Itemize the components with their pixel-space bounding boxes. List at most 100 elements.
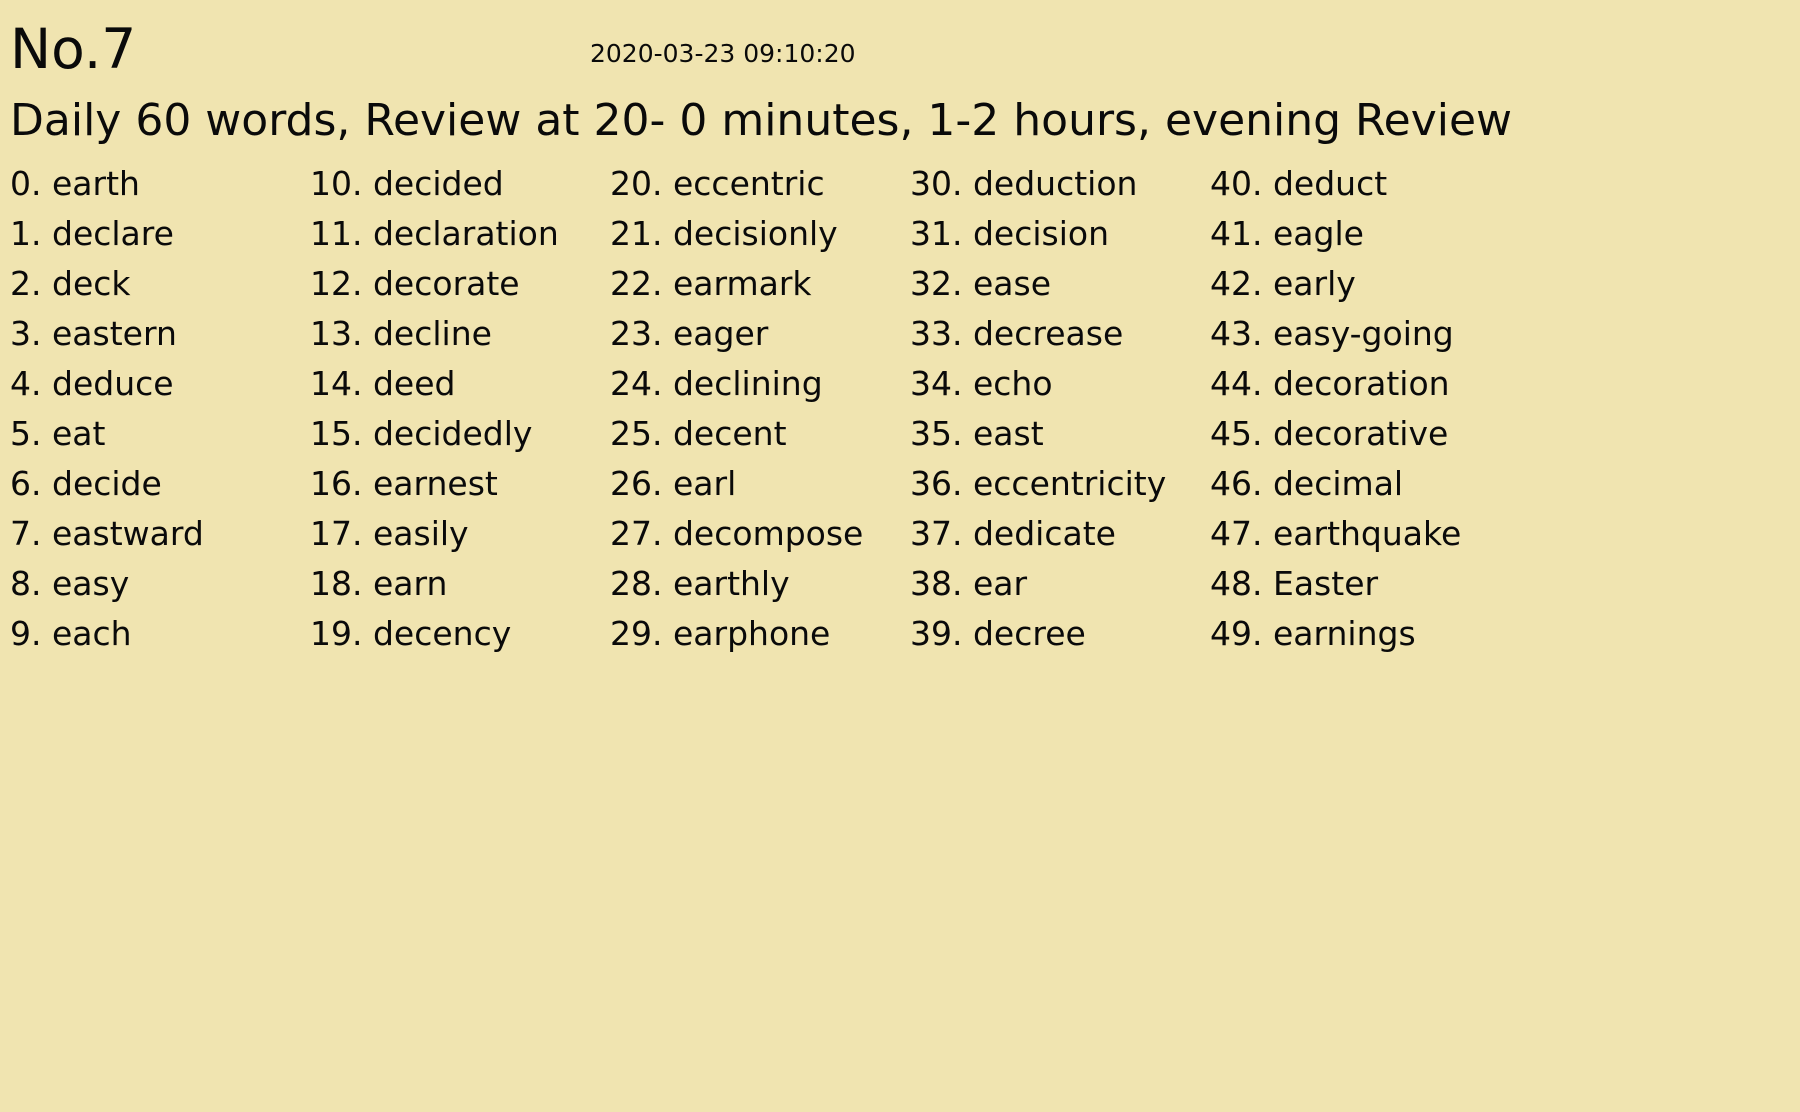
page-subtitle: Daily 60 words, Review at 20- 0 minutes,… [10,95,1513,146]
word-index: 33. [910,314,963,353]
word-index: 28. [610,564,663,603]
word-item: 2. deck [10,259,310,309]
word-item: 32. ease [910,259,1210,309]
word-index: 27. [610,514,663,553]
word-text: deduction [972,164,1138,203]
word-index: 0. [10,164,42,203]
word-text: eagle [1272,214,1364,253]
word-index: 32. [910,264,963,303]
word-item: 40. deduct [1210,159,1510,209]
word-index: 49. [1210,614,1263,653]
word-text: declare [52,214,174,253]
word-item: 49. earnings [1210,609,1510,659]
word-index: 43. [1210,314,1263,353]
word-item: 3. eastern [10,309,310,359]
word-index: 13. [310,314,363,353]
word-item: 9. each [10,609,310,659]
word-column-5: 40. deduct 41. eagle 42. early 43. easy-goin… [1210,159,1510,659]
word-index: 19. [310,614,363,653]
word-text: decided [372,164,504,203]
word-text: eat [52,414,106,453]
word-index: 23. [610,314,663,353]
word-item: 17. easily [310,509,610,559]
word-text: earmark [672,264,812,303]
word-item: 21. decisionly [610,209,910,259]
word-item: 10. decided [310,159,610,209]
word-index: 29. [610,614,663,653]
word-index: 15. [310,414,363,453]
word-text: easy [52,564,130,603]
word-item: 47. earthquake [1210,509,1510,559]
word-text: echo [972,364,1053,403]
timestamp: 2020-03-23 09:10:20 [590,39,856,68]
word-text: decorative [1272,414,1449,453]
word-text: deduct [1272,164,1388,203]
word-text: earthquake [1272,514,1462,553]
word-index: 30. [910,164,963,203]
word-index: 4. [10,364,42,403]
word-item: 28. earthly [610,559,910,609]
word-text: earthly [672,564,790,603]
word-item: 42. early [1210,259,1510,309]
word-text: decision [972,214,1110,253]
word-text: easy-going [1272,314,1454,353]
word-item: 16. earnest [310,459,610,509]
word-text: earnings [1272,614,1416,653]
word-item: 37. dedicate [910,509,1210,559]
word-index: 12. [310,264,363,303]
word-item: 19. decency [310,609,610,659]
word-index: 16. [310,464,363,503]
word-text: decline [372,314,492,353]
word-item: 7. eastward [10,509,310,559]
word-index: 10. [310,164,363,203]
word-item: 24. declining [610,359,910,409]
word-index: 5. [10,414,42,453]
word-text: ear [972,564,1028,603]
word-text: ease [972,264,1052,303]
word-item: 43. easy-going [1210,309,1510,359]
word-text: each [52,614,132,653]
word-index: 41. [1210,214,1263,253]
word-item: 34. echo [910,359,1210,409]
word-index: 38. [910,564,963,603]
word-text: deed [372,364,456,403]
word-text: decent [672,414,787,453]
word-item: 26. earl [610,459,910,509]
word-item: 31. decision [910,209,1210,259]
word-text: declaration [372,214,559,253]
word-item: 35. east [910,409,1210,459]
word-item: 36. eccentricity [910,459,1210,509]
word-text: early [1272,264,1356,303]
word-text: easily [372,514,469,553]
page-title: No.7 [10,17,137,81]
word-text: decency [372,614,512,653]
word-item: 29. earphone [610,609,910,659]
word-index: 40. [1210,164,1263,203]
word-item: 23. eager [610,309,910,359]
word-grid: 0. earth 1. declare 2. deck 3. eastern 4. ded… [10,159,1510,659]
word-item: 11. declaration [310,209,610,259]
word-index: 17. [310,514,363,553]
word-item: 13. decline [310,309,610,359]
word-index: 46. [1210,464,1263,503]
word-index: 8. [10,564,42,603]
word-index: 2. [10,264,42,303]
word-item: 6. decide [10,459,310,509]
word-column-4: 30. deduction 31. decision 32. ease 33. decr… [910,159,1210,659]
word-item: 44. decoration [1210,359,1510,409]
word-item: 25. decent [610,409,910,459]
word-index: 20. [610,164,663,203]
word-item: 12. decorate [310,259,610,309]
word-text: decidedly [372,414,533,453]
word-text: eccentricity [972,464,1167,503]
word-index: 9. [10,614,42,653]
word-text: decrease [972,314,1124,353]
word-text: earnest [372,464,498,503]
word-text: eccentric [672,164,825,203]
word-text: Easter [1272,564,1379,603]
word-item: 48. Easter [1210,559,1510,609]
word-index: 36. [910,464,963,503]
word-text: decimal [1272,464,1404,503]
word-text: earth [52,164,140,203]
word-item: 22. earmark [610,259,910,309]
